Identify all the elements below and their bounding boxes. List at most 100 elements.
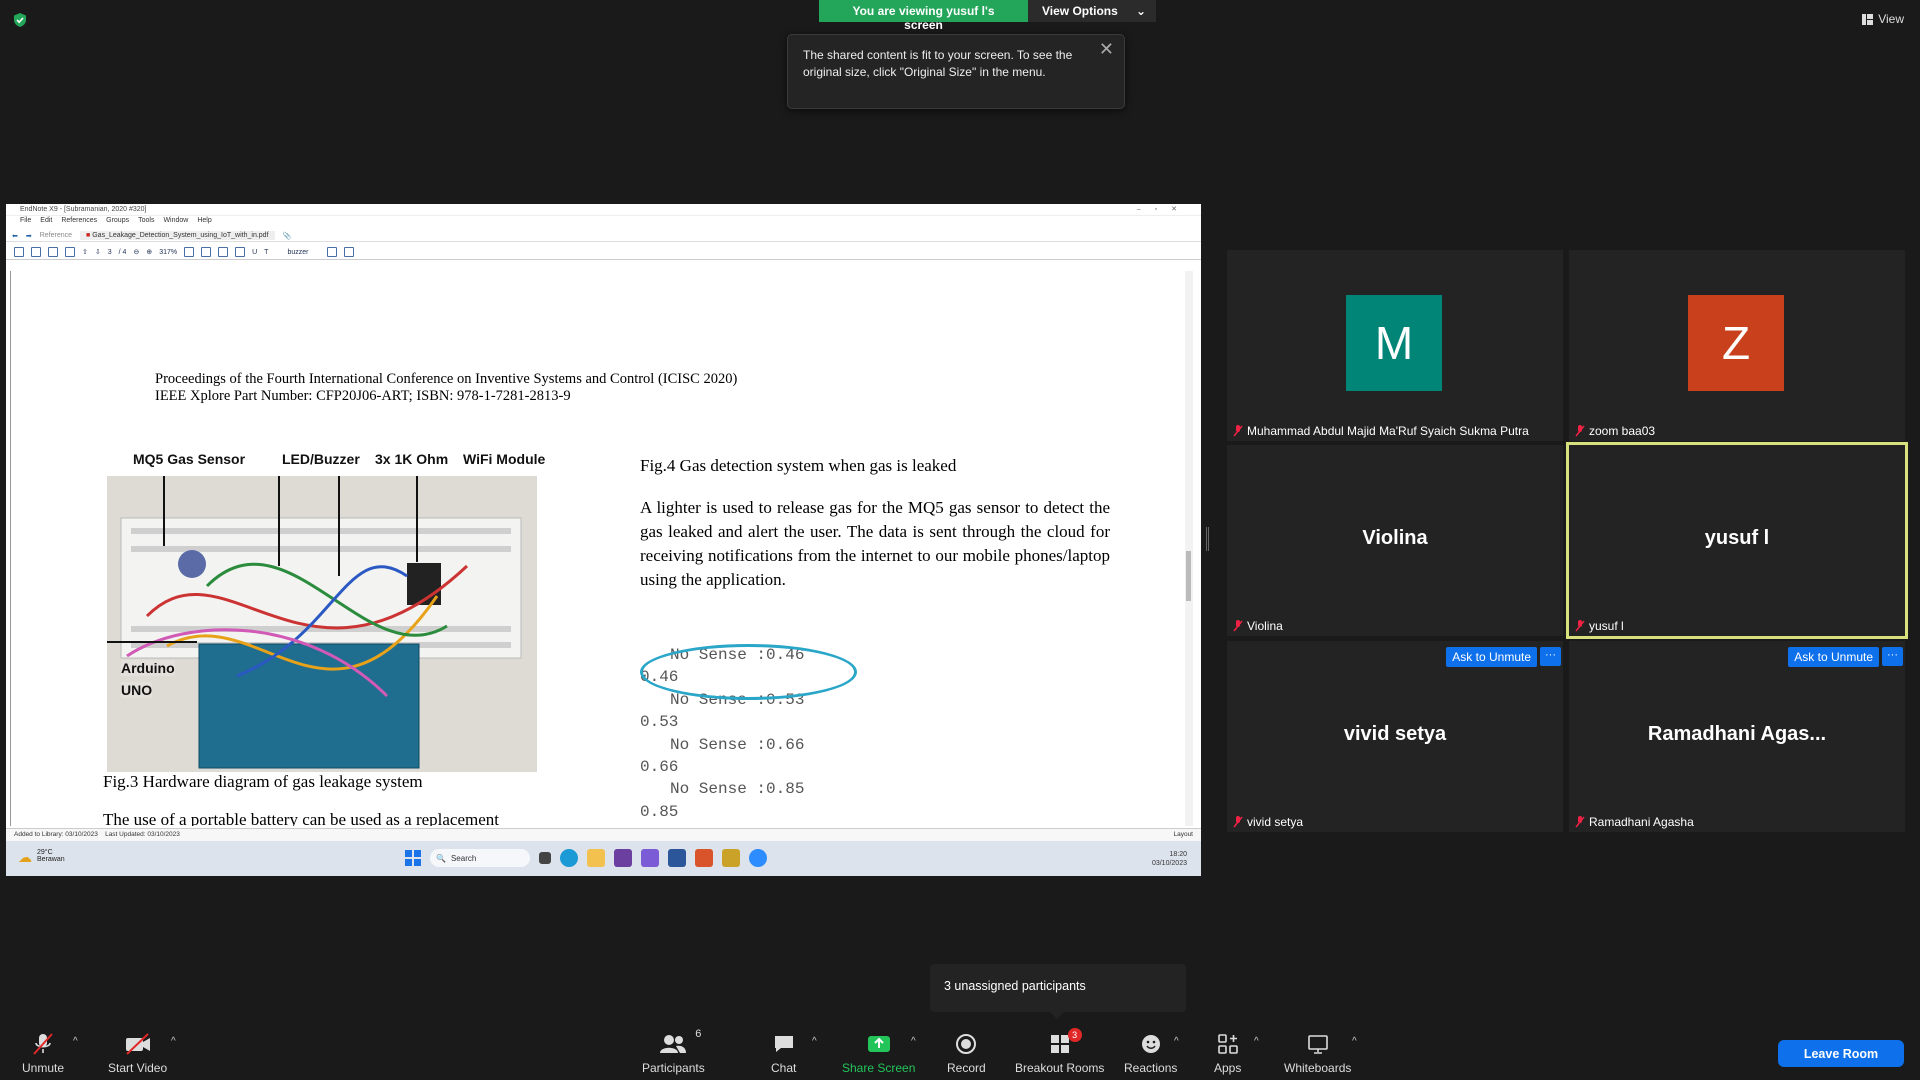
close-icon[interactable]: ✕ bbox=[1099, 40, 1114, 58]
share-options-caret[interactable]: ^ bbox=[911, 1036, 916, 1047]
ask-to-unmute-button[interactable]: Ask to Unmute bbox=[1788, 647, 1879, 667]
menu-tools[interactable]: Tools bbox=[138, 217, 154, 227]
search-icon: 🔍 bbox=[436, 853, 446, 863]
smiley-icon bbox=[1141, 1035, 1160, 1053]
menu-edit[interactable]: Edit bbox=[40, 217, 52, 227]
mic-muted-icon bbox=[1233, 620, 1243, 632]
reactions-button[interactable]: Reactions bbox=[1124, 1032, 1177, 1075]
endnote-tabs: ⬅ ➡ Reference ■ Gas_Leakage_Detection_Sy… bbox=[6, 227, 1201, 242]
tab-pdf[interactable]: ■ Gas_Leakage_Detection_System_using_IoT… bbox=[80, 231, 275, 240]
windows-start-icon[interactable] bbox=[405, 850, 421, 866]
leave-room-button[interactable]: Leave Room bbox=[1778, 1040, 1904, 1067]
app-icon[interactable] bbox=[641, 849, 659, 867]
audio-options-caret[interactable]: ^ bbox=[73, 1036, 78, 1047]
zoom-level[interactable]: 317% bbox=[159, 249, 177, 256]
edge-icon[interactable] bbox=[560, 849, 578, 867]
pdf-search-input[interactable]: buzzer bbox=[275, 249, 320, 256]
file-explorer-icon[interactable] bbox=[587, 849, 605, 867]
back-arrow-icon[interactable]: ⬅ bbox=[12, 232, 18, 240]
breakout-rooms-popup[interactable]: 3 unassigned participants bbox=[930, 964, 1186, 1019]
label-resistor: 3x 1K Ohm bbox=[375, 451, 449, 467]
layout-dropdown[interactable]: Layout bbox=[1173, 831, 1193, 838]
record-button[interactable]: Record bbox=[947, 1032, 986, 1075]
window-controls[interactable]: –▫✕ bbox=[1137, 205, 1191, 213]
apps-options-caret[interactable]: ^ bbox=[1254, 1036, 1259, 1047]
ask-to-unmute-button[interactable]: Ask to Unmute bbox=[1446, 647, 1537, 667]
highlight-icon[interactable] bbox=[235, 247, 246, 257]
breakout-rooms-button[interactable]: 3 Breakout Rooms bbox=[1015, 1028, 1104, 1075]
forward-arrow-icon[interactable]: ➡ bbox=[26, 232, 32, 240]
chevron-down-icon: ⌄ bbox=[1135, 4, 1146, 18]
pdf-page[interactable]: Proceedings of the Fourth International … bbox=[10, 271, 1190, 826]
participant-tile[interactable]: Ask to Unmute ··· vivid setya vivid sety… bbox=[1227, 641, 1563, 832]
windows-taskbar: ☁ 29°C Berawan 🔍 Search 18:20 03/10/2023 bbox=[6, 841, 1201, 876]
start-video-button[interactable]: Start Video bbox=[108, 1032, 167, 1075]
participant-tile[interactable]: Violina Violina bbox=[1227, 445, 1563, 636]
view-button[interactable]: View bbox=[1862, 12, 1904, 26]
toolbar-icon[interactable] bbox=[31, 247, 41, 257]
participants-button[interactable]: 6 Participants bbox=[642, 1028, 705, 1075]
toolbar-icon[interactable] bbox=[344, 247, 355, 257]
splitter-handle[interactable] bbox=[1206, 527, 1209, 551]
participant-tile[interactable]: Z zoom baa03 bbox=[1569, 250, 1905, 441]
security-shield-icon[interactable] bbox=[12, 12, 28, 28]
mic-muted-icon bbox=[1575, 816, 1585, 828]
view-options-button[interactable]: View Options ⌄ bbox=[1028, 0, 1156, 22]
participant-display-name: vivid setya bbox=[1343, 723, 1447, 745]
pdf-scrollbar[interactable] bbox=[1185, 271, 1193, 826]
toolbar-icon[interactable] bbox=[201, 247, 212, 257]
scrollbar-thumb[interactable] bbox=[1186, 551, 1191, 601]
page-up-icon[interactable]: ⇧ bbox=[82, 248, 88, 256]
share-screen-button[interactable]: Share Screen bbox=[842, 1032, 915, 1075]
matlab-icon[interactable] bbox=[695, 849, 713, 867]
participant-tile[interactable]: Ask to Unmute ··· Ramadhani Agas... Rama… bbox=[1569, 641, 1905, 832]
menu-groups[interactable]: Groups bbox=[106, 217, 129, 227]
toolbar-icon[interactable] bbox=[14, 247, 24, 257]
zoom-in-icon[interactable]: ⊕ bbox=[146, 248, 152, 256]
word-icon[interactable] bbox=[668, 849, 686, 867]
video-options-caret[interactable]: ^ bbox=[171, 1036, 176, 1047]
taskbar-search[interactable]: 🔍 Search bbox=[430, 849, 530, 867]
endnote-statusbar: Added to Library: 03/10/2023 Last Update… bbox=[6, 828, 1201, 841]
serial-line: No Sense :0.85 bbox=[670, 780, 805, 799]
print-icon[interactable] bbox=[48, 247, 58, 257]
reactions-options-caret[interactable]: ^ bbox=[1174, 1036, 1179, 1047]
note-icon[interactable] bbox=[218, 247, 229, 257]
zoom-out-icon[interactable]: ⊖ bbox=[133, 248, 139, 256]
label-wifi: WiFi Module bbox=[463, 451, 546, 467]
unmute-button[interactable]: Unmute bbox=[22, 1032, 64, 1075]
email-icon[interactable] bbox=[65, 247, 75, 257]
page-number[interactable]: 3 bbox=[108, 249, 112, 256]
tab-reference[interactable]: Reference bbox=[40, 232, 72, 239]
underline-icon[interactable]: U bbox=[252, 249, 257, 256]
menu-window[interactable]: Window bbox=[163, 217, 188, 227]
app-icon[interactable] bbox=[614, 849, 632, 867]
chat-button[interactable]: Chat bbox=[771, 1032, 796, 1075]
apps-button[interactable]: Apps bbox=[1214, 1032, 1241, 1075]
toolbar-icon[interactable] bbox=[184, 247, 195, 257]
shared-screen[interactable]: EndNote X9 - [Subramanian, 2020 #320] –▫… bbox=[6, 204, 1201, 876]
menu-file[interactable]: File bbox=[20, 217, 31, 227]
more-options-button[interactable]: ··· bbox=[1882, 647, 1903, 666]
page-down-icon[interactable]: ⇩ bbox=[95, 248, 101, 256]
weather-widget[interactable]: ☁ 29°C Berawan bbox=[18, 849, 65, 866]
attachment-icon[interactable]: 📎 bbox=[283, 232, 292, 240]
participant-tile[interactable]: M Muhammad Abdul Majid Ma'Ruf Syaich Suk… bbox=[1227, 250, 1563, 441]
toolbar-icon[interactable] bbox=[327, 247, 338, 257]
page-total: / 4 bbox=[118, 248, 127, 256]
strikethrough-icon[interactable]: T bbox=[264, 249, 268, 256]
serial-line: No Sense :0.66 bbox=[670, 735, 805, 754]
menu-references[interactable]: References bbox=[61, 217, 97, 227]
task-view-icon[interactable] bbox=[539, 852, 551, 864]
app-icon[interactable] bbox=[722, 849, 740, 867]
zoom-icon[interactable] bbox=[749, 849, 767, 867]
menu-help[interactable]: Help bbox=[197, 217, 211, 227]
whiteboards-button[interactable]: Whiteboards bbox=[1284, 1032, 1351, 1075]
whiteboards-options-caret[interactable]: ^ bbox=[1352, 1036, 1357, 1047]
participant-tile-active-speaker[interactable]: yusuf l yusuf l bbox=[1566, 442, 1908, 639]
more-options-button[interactable]: ··· bbox=[1540, 647, 1561, 666]
pdf-body-paragraph: A lighter is used to release gas for the… bbox=[640, 498, 1110, 589]
taskbar-clock[interactable]: 18:20 03/10/2023 bbox=[1152, 850, 1187, 868]
chat-options-caret[interactable]: ^ bbox=[812, 1036, 817, 1047]
endnote-menubar: File Edit References Groups Tools Window… bbox=[6, 216, 1201, 227]
